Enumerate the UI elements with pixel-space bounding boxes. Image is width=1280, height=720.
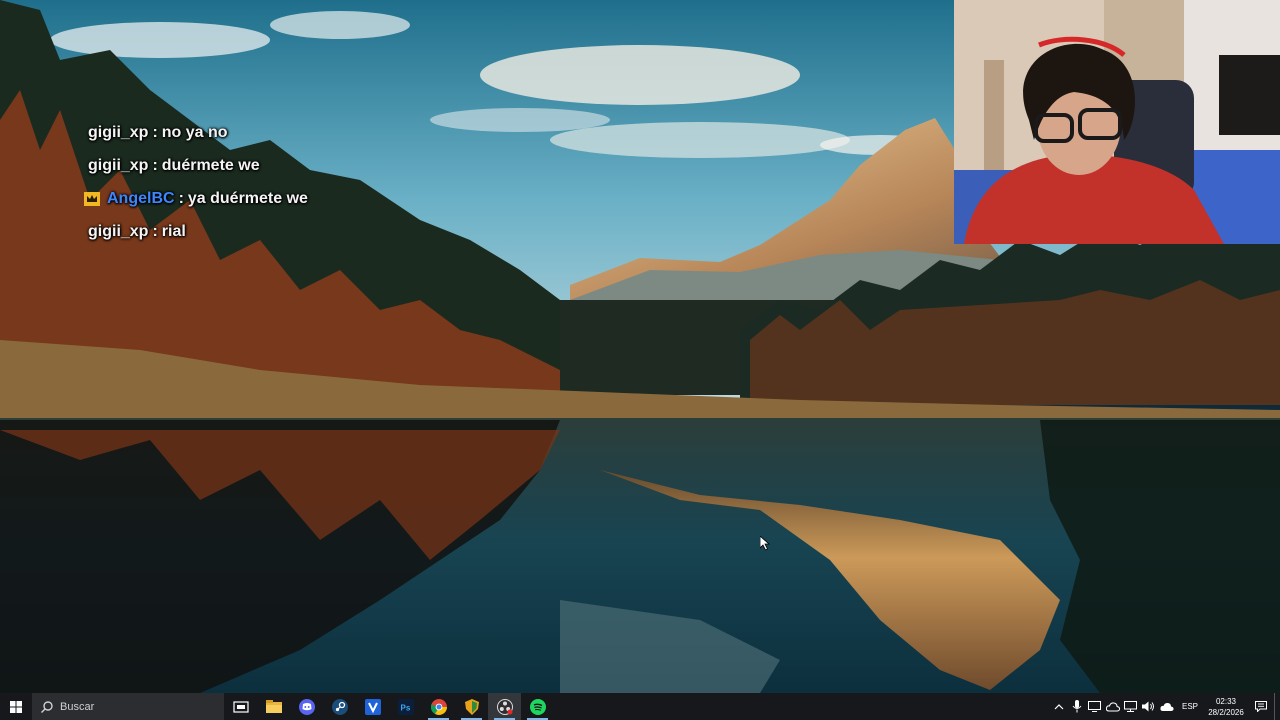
volume-tray-button[interactable] <box>1141 693 1157 720</box>
search-placeholder: Buscar <box>60 700 95 713</box>
monitor-icon <box>1088 701 1102 712</box>
chat-username: gigii_xp <box>88 156 149 174</box>
discord-button[interactable] <box>290 693 323 720</box>
cloud-tray-button[interactable] <box>1105 693 1121 720</box>
file-explorer-button[interactable] <box>257 693 290 720</box>
show-hidden-icons-button[interactable] <box>1051 693 1067 720</box>
chat-message: gigii_xp : duérmete we <box>88 149 468 182</box>
file-explorer-icon <box>265 699 282 713</box>
chat-message: gigii_xp : no ya no <box>88 116 468 149</box>
shield-app-icon <box>464 698 479 715</box>
shield-app-button[interactable] <box>455 693 488 720</box>
clock-time: 02:33 <box>1215 696 1237 706</box>
obs-button[interactable] <box>488 693 521 720</box>
discord-icon <box>298 698 315 715</box>
clock-date: 28/2/2026 <box>1208 707 1244 717</box>
notification-icon <box>1255 701 1267 712</box>
photoshop-button[interactable]: Ps <box>389 693 422 720</box>
chrome-icon <box>430 698 447 715</box>
chat-username: AngelBC <box>107 189 175 207</box>
chat-separator: : <box>178 189 184 207</box>
chat-message: AngelBC : ya duérmete we <box>84 182 468 215</box>
onedrive-tray-button[interactable] <box>1159 693 1175 720</box>
stream-chat-overlay: gigii_xp : no ya no gigii_xp : duérmete … <box>84 116 468 248</box>
system-tray: ESP 02:33 28/2/2026 <box>1050 693 1280 720</box>
taskbar: Buscar Ps ESP 02:33 28/2/2026 <box>0 693 1280 720</box>
taskbar-search[interactable]: Buscar <box>32 693 224 720</box>
vegas-icon <box>364 698 381 715</box>
svg-text:Ps: Ps <box>400 703 410 712</box>
chat-separator: : <box>152 123 158 141</box>
chat-text: no ya no <box>161 123 228 141</box>
crown-icon <box>84 191 100 206</box>
windows-icon <box>10 700 22 713</box>
cloud-icon <box>1105 701 1120 711</box>
onedrive-cloud-icon <box>1160 702 1174 711</box>
taskbar-clock[interactable]: 02:33 28/2/2026 <box>1204 696 1248 718</box>
chat-username: gigii_xp <box>88 123 149 141</box>
webcam-overlay <box>954 0 1280 244</box>
task-view-button[interactable] <box>224 693 257 720</box>
chat-text: duérmete we <box>161 156 260 174</box>
microphone-tray-button[interactable] <box>1069 693 1085 720</box>
volume-icon <box>1142 701 1155 712</box>
obs-icon <box>496 698 513 715</box>
spotify-button[interactable] <box>521 693 554 720</box>
microphone-icon <box>1072 700 1082 713</box>
photoshop-icon: Ps <box>397 698 414 715</box>
chrome-button[interactable] <box>422 693 455 720</box>
chat-username: gigii_xp <box>88 222 149 240</box>
mouse-cursor-icon <box>760 536 770 551</box>
start-button[interactable] <box>0 693 32 720</box>
chat-message: gigii_xp : rial <box>88 215 468 248</box>
chat-separator: : <box>152 222 158 240</box>
display-tray-button[interactable] <box>1087 693 1103 720</box>
chat-text: ya duérmete we <box>187 189 308 207</box>
spotify-icon <box>529 698 546 715</box>
steam-button[interactable] <box>323 693 356 720</box>
network-tray-button[interactable] <box>1123 693 1139 720</box>
search-icon <box>41 700 53 713</box>
language-indicator[interactable]: ESP <box>1182 702 1198 711</box>
network-icon <box>1124 701 1138 712</box>
steam-icon <box>331 698 348 715</box>
action-center-button[interactable] <box>1248 693 1274 720</box>
chevron-up-icon <box>1054 703 1064 709</box>
vegas-button[interactable] <box>356 693 389 720</box>
chat-text: rial <box>161 222 186 240</box>
task-view-icon <box>232 700 249 713</box>
chat-separator: : <box>152 156 158 174</box>
show-desktop-button[interactable] <box>1274 693 1280 720</box>
